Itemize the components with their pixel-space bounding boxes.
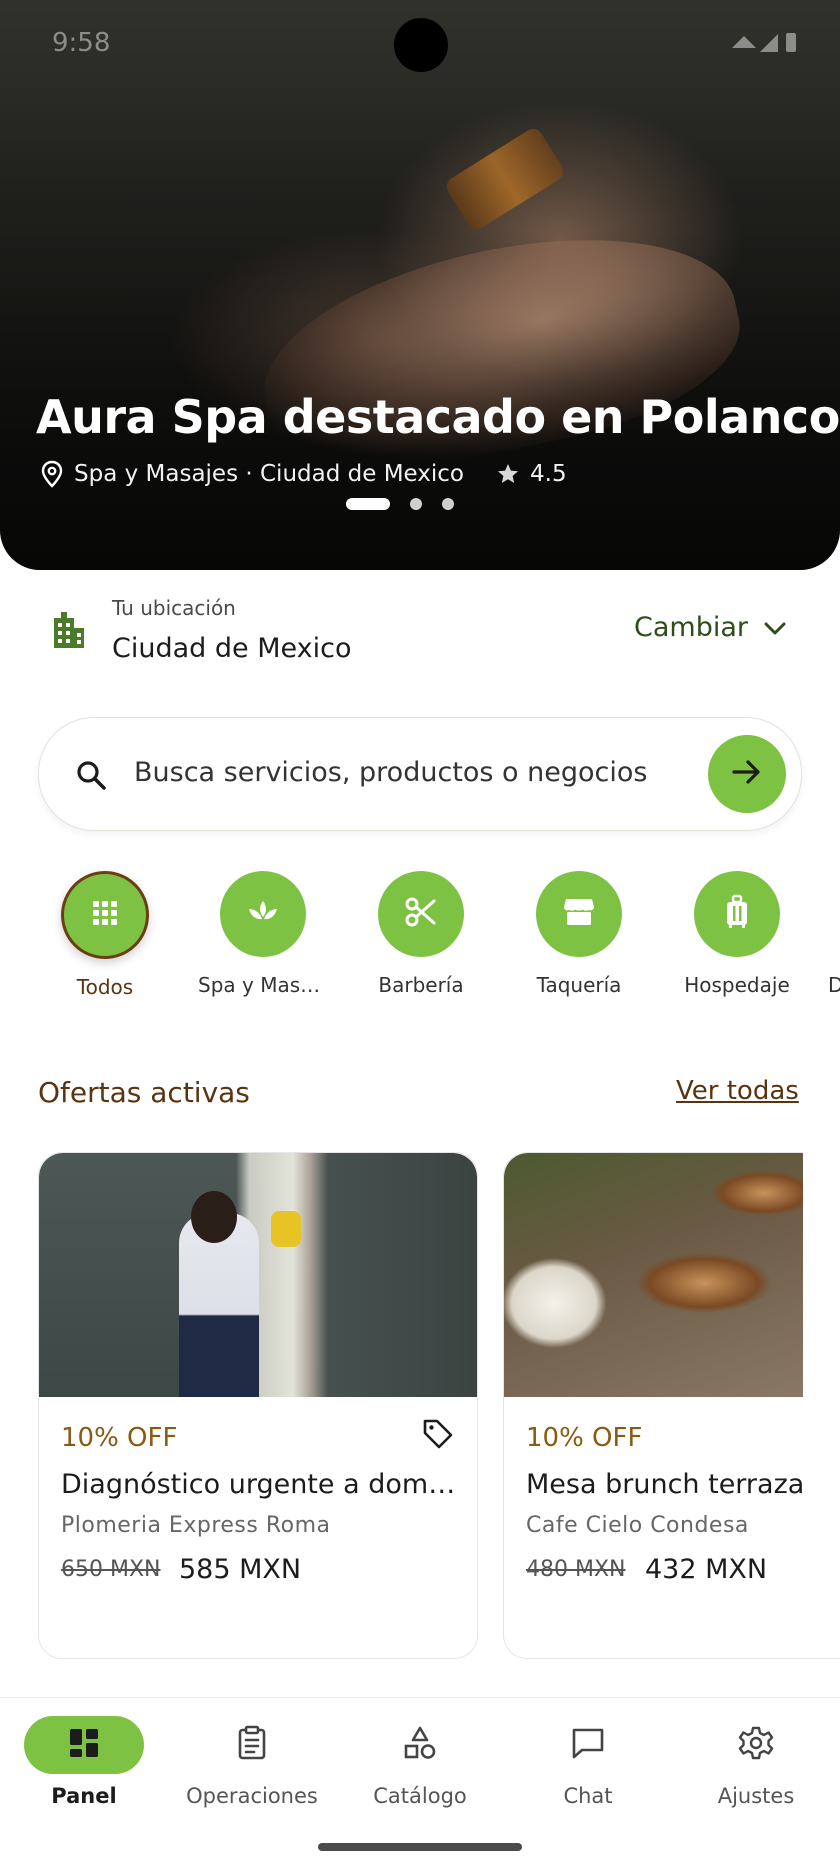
luggage-icon <box>723 894 751 934</box>
offer-discount: 10% OFF <box>61 1423 178 1453</box>
change-location-button[interactable]: Cambiar <box>634 612 786 643</box>
status-bar: 9:58 <box>0 0 840 90</box>
category-label: Spa y Masaj... <box>198 973 328 997</box>
nav-label: Operaciones <box>186 1784 318 1808</box>
nav-icon-wrap <box>360 1716 480 1774</box>
category-label: Todos <box>76 975 134 999</box>
carousel-dot-1[interactable] <box>346 498 390 510</box>
offer-discount: 10% OFF <box>526 1423 643 1453</box>
change-location-label: Cambiar <box>634 612 748 643</box>
city-buildings-icon <box>46 608 90 656</box>
category-hospedaje[interactable]: Hospedaje <box>672 871 802 997</box>
location-label: Tu ubicación <box>112 596 236 620</box>
nav-item-panel[interactable]: Panel <box>0 1716 168 1808</box>
nav-icon-wrap <box>192 1716 312 1774</box>
offer-image-cleaning <box>39 1153 477 1397</box>
offer-business: Plomeria Express Roma <box>61 1513 331 1538</box>
category-todos-circle <box>61 871 149 959</box>
home-indicator[interactable] <box>318 1843 522 1851</box>
image-glove <box>271 1211 301 1247</box>
nav-icon-wrap <box>528 1716 648 1774</box>
category-taqueria[interactable]: Taquería <box>514 871 644 997</box>
category-label: Hospedaje <box>684 973 790 997</box>
category-spa-circle <box>220 871 306 957</box>
dashboard-icon <box>68 1727 100 1763</box>
category-hospedaje-circle <box>694 871 780 957</box>
see-all-offers-link[interactable]: Ver todas <box>676 1076 799 1106</box>
category-label-partial[interactable]: D <box>828 973 840 997</box>
offer-title: Diagnóstico urgente a domicilio <box>61 1469 461 1500</box>
search-input[interactable]: Busca servicios, productos o negocios <box>134 757 647 788</box>
search-submit-button[interactable] <box>708 735 786 813</box>
camera-cutout <box>394 18 448 72</box>
status-time: 9:58 <box>52 28 111 58</box>
offer-old-price: 480 MXN <box>526 1557 626 1582</box>
hero-category-location: Spa y Masajes · Ciudad de Mexico <box>74 461 465 487</box>
status-icons <box>730 30 800 60</box>
nav-item-ajustes[interactable]: Ajustes <box>672 1716 840 1808</box>
nav-icon-wrap <box>696 1716 816 1774</box>
nav-label: Panel <box>51 1784 117 1808</box>
nav-item-chat[interactable]: Chat <box>504 1716 672 1808</box>
nav-active-pill <box>24 1716 144 1774</box>
location-pin-icon <box>40 460 64 488</box>
offer-business: Cafe Cielo Condesa <box>526 1513 749 1538</box>
offer-card[interactable]: 10% OFF Diagnóstico urgente a domicilio … <box>38 1152 478 1659</box>
nav-item-catalogo[interactable]: Catálogo <box>336 1716 504 1808</box>
hero-rating: 4.5 <box>530 461 567 487</box>
arrow-right-icon <box>731 758 763 790</box>
hero-title: Aura Spa destacado en Polanco <box>36 390 840 444</box>
hero-banner[interactable]: 9:58 Aura Spa destacado en Polanco Spa y… <box>0 0 840 570</box>
scissors-icon <box>404 895 438 933</box>
shapes-icon <box>403 1725 437 1765</box>
clipboard-icon <box>236 1725 268 1765</box>
offer-old-price: 650 MXN <box>61 1557 161 1582</box>
search-icon <box>74 758 108 796</box>
offers-section-title: Ofertas activas <box>38 1076 250 1109</box>
category-todos[interactable]: Todos <box>40 871 170 999</box>
grid-icon <box>91 899 119 931</box>
signal-battery-icon <box>732 33 796 52</box>
nav-item-operaciones[interactable]: Operaciones <box>168 1716 336 1808</box>
category-barberia[interactable]: Barbería <box>356 871 486 997</box>
category-taqueria-circle <box>536 871 622 957</box>
offer-new-price: 585 MXN <box>179 1554 302 1585</box>
carousel-dot-2[interactable] <box>410 498 422 510</box>
offer-title: Mesa brunch terraza <box>526 1469 805 1500</box>
nav-label: Ajustes <box>717 1784 795 1808</box>
category-spa[interactable]: Spa y Masaj... <box>198 871 328 997</box>
chat-icon <box>570 1726 606 1764</box>
category-label: Barbería <box>378 973 464 997</box>
category-label: Taquería <box>536 973 622 997</box>
offer-image-coffee <box>504 1153 840 1397</box>
offer-new-price: 432 MXN <box>645 1554 768 1585</box>
carousel-indicator[interactable] <box>346 498 454 510</box>
hero-meta: Spa y Masajes · Ciudad de Mexico 4.5 <box>40 460 567 488</box>
lotus-icon <box>246 897 280 931</box>
image-person-head <box>191 1191 237 1243</box>
gear-icon <box>738 1725 774 1765</box>
offer-card[interactable]: 10% OFF Mesa brunch terraza Cafe Cielo C… <box>503 1152 840 1659</box>
chevron-down-icon <box>764 612 786 643</box>
tag-icon[interactable] <box>421 1417 455 1455</box>
store-icon <box>562 896 596 932</box>
category-barberia-circle <box>378 871 464 957</box>
location-value: Ciudad de Mexico <box>112 633 352 664</box>
nav-label: Catálogo <box>373 1784 467 1808</box>
carousel-dot-3[interactable] <box>442 498 454 510</box>
offers-scroll-fade <box>803 1152 840 1657</box>
nav-label: Chat <box>563 1784 613 1808</box>
star-icon <box>496 462 520 486</box>
